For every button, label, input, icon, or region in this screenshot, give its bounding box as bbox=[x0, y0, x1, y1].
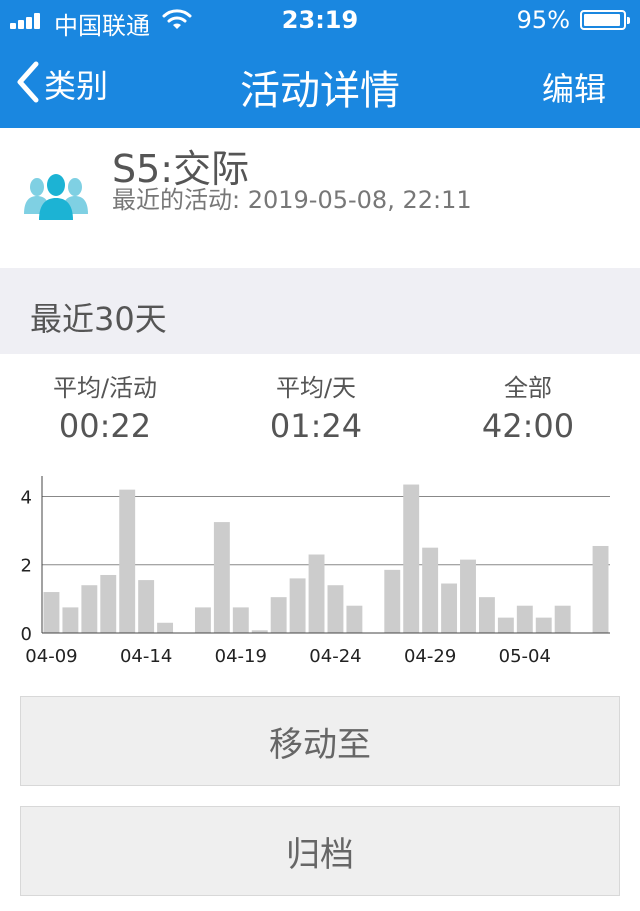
chart-bar bbox=[592, 545, 609, 633]
x-tick-label: 04-09 bbox=[25, 646, 77, 667]
x-tick-label: 04-29 bbox=[404, 646, 456, 667]
y-tick-label: 4 bbox=[21, 487, 32, 508]
chart-bar bbox=[43, 592, 60, 633]
chart-bar bbox=[81, 585, 98, 633]
chart-bar bbox=[497, 617, 514, 633]
chart-bar bbox=[516, 605, 533, 633]
stat-value: 01:24 bbox=[269, 407, 363, 445]
y-tick-label: 2 bbox=[21, 556, 32, 577]
period-label: 最近30天 bbox=[30, 300, 167, 338]
chart-bar bbox=[308, 554, 325, 633]
stat-value: 42:00 bbox=[481, 407, 575, 445]
group-icon bbox=[22, 174, 90, 224]
move-to-button[interactable]: 移动至 bbox=[20, 696, 620, 786]
battery-fill bbox=[584, 14, 621, 26]
period-section-header: 最近30天 bbox=[0, 268, 640, 354]
chart-bar bbox=[62, 607, 79, 633]
stat-value: 00:22 bbox=[58, 407, 152, 445]
chart-bar bbox=[327, 585, 344, 633]
y-tick-label: 0 bbox=[21, 624, 32, 645]
x-tick-label: 05-04 bbox=[499, 646, 551, 667]
chart-bar bbox=[232, 607, 249, 633]
chart-bar bbox=[384, 569, 401, 633]
chart-bar bbox=[441, 583, 458, 633]
stat-label: 全部 bbox=[504, 374, 552, 402]
navigation-bar: 类别 活动详情 编辑 bbox=[0, 40, 640, 128]
chart-bar bbox=[289, 578, 306, 633]
chart-bar bbox=[270, 597, 287, 633]
chart-bar bbox=[100, 574, 117, 633]
stat-label: 平均/活动 bbox=[52, 374, 158, 402]
daily-activity-chart: 0 2 4 04-09 04-14 04-19 04-24 04-29 05-04 bbox=[0, 468, 640, 678]
chart-bar bbox=[535, 617, 552, 633]
stat-average-per-day: 平均/天 01:24 bbox=[216, 368, 416, 445]
chart-bar bbox=[157, 622, 174, 633]
status-bar: 中国联通 23:19 95% bbox=[0, 0, 640, 40]
stat-total: 全部 42:00 bbox=[428, 368, 628, 445]
battery-icon bbox=[580, 10, 630, 30]
stat-average-per-activity: 平均/活动 00:22 bbox=[5, 368, 205, 445]
edit-button[interactable]: 编辑 bbox=[542, 64, 606, 110]
chart-bar bbox=[194, 607, 211, 633]
x-tick-label: 04-24 bbox=[309, 646, 361, 667]
chart-bar bbox=[119, 489, 136, 633]
bar-chart: 0 2 4 04-09 04-14 04-19 04-24 04-29 05-04 bbox=[21, 476, 610, 667]
chart-bar bbox=[346, 605, 363, 633]
archive-button[interactable]: 归档 bbox=[20, 806, 620, 896]
x-tick-label: 04-14 bbox=[120, 646, 172, 667]
last-activity-text: 最近的活动: 2019-05-08, 22:11 bbox=[112, 186, 472, 214]
chart-bar bbox=[478, 597, 495, 633]
chart-bar bbox=[403, 484, 420, 633]
battery-percent: 95% bbox=[516, 6, 570, 34]
x-tick-label: 04-19 bbox=[215, 646, 267, 667]
chart-bar bbox=[554, 605, 571, 633]
category-header: S5:交际 最近的活动: 2019-05-08, 22:11 bbox=[0, 128, 640, 268]
stats-row: 平均/活动 00:22 平均/天 01:24 全部 42:00 bbox=[0, 368, 640, 458]
chart-bar bbox=[138, 580, 155, 633]
chart-bar bbox=[460, 559, 476, 633]
stat-label: 平均/天 bbox=[275, 374, 357, 402]
chart-bar bbox=[213, 522, 230, 633]
chart-bar bbox=[422, 547, 439, 633]
